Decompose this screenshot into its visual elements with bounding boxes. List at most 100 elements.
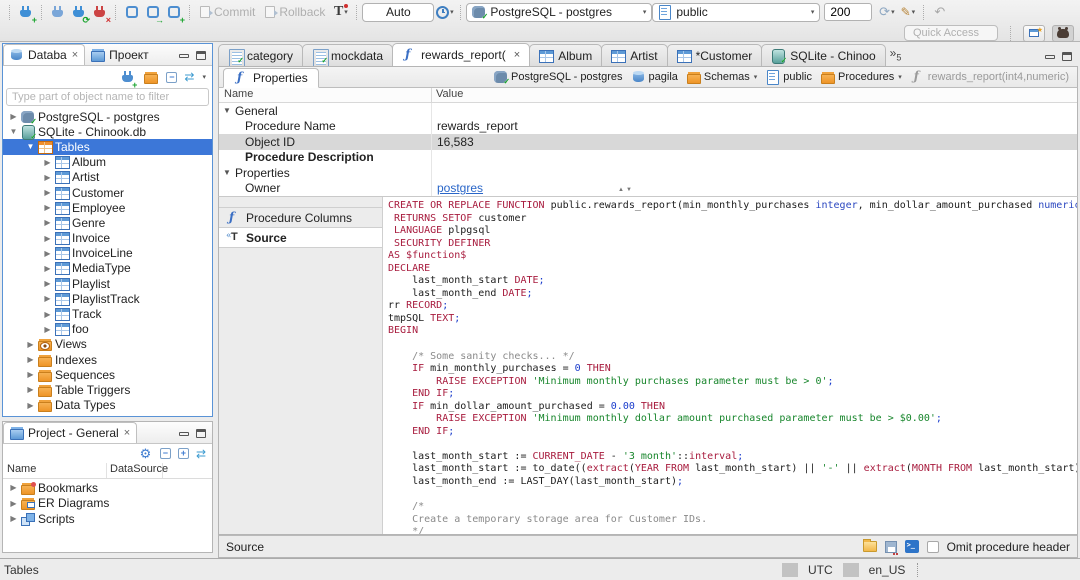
- property-row-object-id[interactable]: Object ID 16,583: [219, 134, 1077, 150]
- editor-tab-album[interactable]: Album: [529, 44, 603, 66]
- disclosure-triangle[interactable]: ▶: [43, 279, 52, 288]
- property-row-owner[interactable]: Owner postgres: [219, 180, 1077, 196]
- minimize-icon[interactable]: [179, 431, 189, 436]
- subtab-source[interactable]: Source: [219, 227, 382, 248]
- column-datasource[interactable]: DataSource: [107, 463, 168, 478]
- disclosure-triangle[interactable]: ▶: [26, 340, 35, 349]
- schema-select[interactable]: public ▾: [652, 2, 821, 22]
- breadcrumb-item-postgresql-postgres[interactable]: PostgreSQL - postgres: [494, 70, 623, 86]
- disclosure-triangle[interactable]: ▼: [26, 142, 35, 151]
- maximize-icon[interactable]: [1062, 52, 1072, 61]
- tree-item-postgresql-postgres[interactable]: ▶ PostgreSQL - postgres: [3, 109, 212, 126]
- tree-item-invoice[interactable]: ▶ Invoice: [3, 231, 212, 246]
- tree-item-table-triggers[interactable]: ▶ Table Triggers: [3, 382, 212, 397]
- commit-button[interactable]: Commit: [200, 5, 255, 19]
- tree-item-playlisttrack[interactable]: ▶ PlaylistTrack: [3, 291, 212, 306]
- editor-tab-rewards-report[interactable]: rewards_report(×: [392, 43, 531, 66]
- gear-icon[interactable]: ⚙: [138, 446, 153, 461]
- new-sql-editor-button[interactable]: +: [163, 2, 185, 24]
- rollback-button[interactable]: Rollback: [265, 5, 325, 19]
- column-value[interactable]: Value: [432, 88, 463, 102]
- project-item-scripts[interactable]: ▶ Scripts: [3, 511, 212, 527]
- disclosure-triangle[interactable]: ▶: [43, 249, 52, 258]
- editor-tab-category[interactable]: category: [218, 44, 304, 68]
- transaction-history-button[interactable]: ▾: [434, 2, 455, 23]
- editor-tab-artist[interactable]: Artist: [601, 44, 668, 66]
- disclosure-triangle[interactable]: ▶: [43, 325, 52, 334]
- property-row-general[interactable]: ▼ General: [219, 103, 1077, 119]
- tree-item-indexes[interactable]: ▶ Indexes: [3, 352, 212, 367]
- disclosure-triangle[interactable]: ▶: [43, 310, 52, 319]
- disclosure-triangle[interactable]: ▶: [26, 401, 35, 410]
- disclosure-triangle[interactable]: ▶: [43, 218, 52, 227]
- disclosure-triangle[interactable]: ▶: [43, 158, 52, 167]
- tree-item-sqlite-chinook-db[interactable]: ▼ SQLite - Chinook.db: [3, 124, 212, 141]
- tree-item-customer[interactable]: ▶ Customer: [3, 185, 212, 200]
- open-sql-script-button[interactable]: →: [142, 2, 164, 24]
- close-tab-icon[interactable]: ×: [124, 427, 130, 439]
- disclosure-triangle[interactable]: ▶: [43, 188, 52, 197]
- collapse-all-button[interactable]: −: [166, 71, 178, 83]
- connect-button[interactable]: [47, 2, 68, 23]
- tree-item-views[interactable]: ▶ Views: [3, 337, 212, 352]
- close-tab-icon[interactable]: ×: [514, 49, 520, 61]
- column-name[interactable]: Name: [219, 88, 432, 102]
- disconnect-button[interactable]: ×: [89, 2, 111, 24]
- disclosure-triangle[interactable]: ▶: [26, 355, 35, 364]
- expand-all-button[interactable]: +: [177, 448, 189, 459]
- quick-access-input[interactable]: [904, 25, 998, 41]
- collapse-all-button[interactable]: −: [159, 448, 171, 459]
- perspective-dbeaver-button[interactable]: [1052, 24, 1074, 42]
- tab-properties[interactable]: Properties: [223, 68, 319, 88]
- disclosure-triangle[interactable]: ▶: [9, 514, 18, 523]
- tree-item-artist[interactable]: ▶ Artist: [3, 170, 212, 185]
- reconnect-button[interactable]: ⟳: [68, 2, 90, 24]
- column-name[interactable]: Name: [3, 463, 107, 478]
- breadcrumb-item-public[interactable]: public: [766, 70, 812, 85]
- tree-item-sequences[interactable]: ▶ Sequences: [3, 367, 212, 382]
- disclosure-triangle[interactable]: ▶: [43, 173, 52, 182]
- disclosure-triangle[interactable]: ▼: [223, 168, 232, 177]
- nav-new-connection-button[interactable]: +: [120, 67, 137, 89]
- disclosure-triangle[interactable]: ▶: [9, 483, 18, 492]
- breadcrumb-item-rewards-report-int4-numeric[interactable]: rewards_report(int4,numeric): [911, 69, 1069, 84]
- drag-handle[interactable]: [917, 562, 934, 577]
- disclosure-triangle[interactable]: ▶: [9, 499, 18, 508]
- connection-select[interactable]: PostgreSQL - postgres ▾: [466, 2, 653, 22]
- minimize-icon[interactable]: [179, 53, 189, 58]
- property-row-procedure-description[interactable]: Procedure Description: [219, 149, 1077, 165]
- console-icon[interactable]: [904, 540, 919, 553]
- bottom-tab-label[interactable]: Source: [226, 540, 264, 554]
- tab-database-navigator[interactable]: Databa ×: [3, 44, 86, 65]
- breadcrumb-item-schemas[interactable]: Schemas ▾: [686, 70, 757, 84]
- maximize-icon[interactable]: [196, 429, 206, 438]
- tree-item-tables[interactable]: ▼ Tables: [3, 139, 212, 155]
- maximize-icon[interactable]: [196, 51, 206, 60]
- omit-header-checkbox[interactable]: [926, 540, 939, 553]
- disclosure-triangle[interactable]: ▼: [9, 127, 18, 136]
- fetch-size-input[interactable]: [824, 3, 873, 21]
- disclosure-triangle[interactable]: ▶: [43, 294, 52, 303]
- source-code[interactable]: CREATE OR REPLACE FUNCTION public.reward…: [383, 197, 1077, 534]
- tree-item-mediatype[interactable]: ▶ MediaType: [3, 261, 212, 276]
- sql-editor-button[interactable]: [121, 2, 142, 23]
- disclosure-triangle[interactable]: ▶: [9, 112, 18, 121]
- tree-item-invoiceline[interactable]: ▶ InvoiceLine: [3, 246, 212, 261]
- subtab-procedure-columns[interactable]: Procedure Columns: [219, 207, 382, 228]
- breadcrumb-item-pagila[interactable]: pagila: [632, 70, 678, 84]
- splitter-arrows-icon[interactable]: ▲▼: [618, 187, 634, 193]
- view-menu-button[interactable]: ▾: [202, 73, 206, 81]
- disclosure-triangle[interactable]: ▶: [26, 385, 35, 394]
- tree-item-data-types[interactable]: ▶ Data Types: [3, 398, 212, 413]
- timezone-label[interactable]: UTC: [800, 563, 841, 577]
- edit-tool-button[interactable]: ✎ ▾: [897, 2, 918, 23]
- tree-item-employee[interactable]: ▶ Employee: [3, 200, 212, 215]
- save-icon[interactable]: [884, 540, 898, 555]
- disclosure-triangle[interactable]: ▶: [43, 264, 52, 273]
- transaction-log-button[interactable]: T ▾: [330, 2, 351, 23]
- tree-item-foo[interactable]: ▶ foo: [3, 322, 212, 337]
- disclosure-triangle[interactable]: ▼: [223, 106, 232, 115]
- link-with-editor-button[interactable]: ⇄: [196, 447, 206, 461]
- navigator-filter-input[interactable]: [6, 88, 209, 106]
- refresh-button[interactable]: ⟳ ▾: [876, 2, 897, 23]
